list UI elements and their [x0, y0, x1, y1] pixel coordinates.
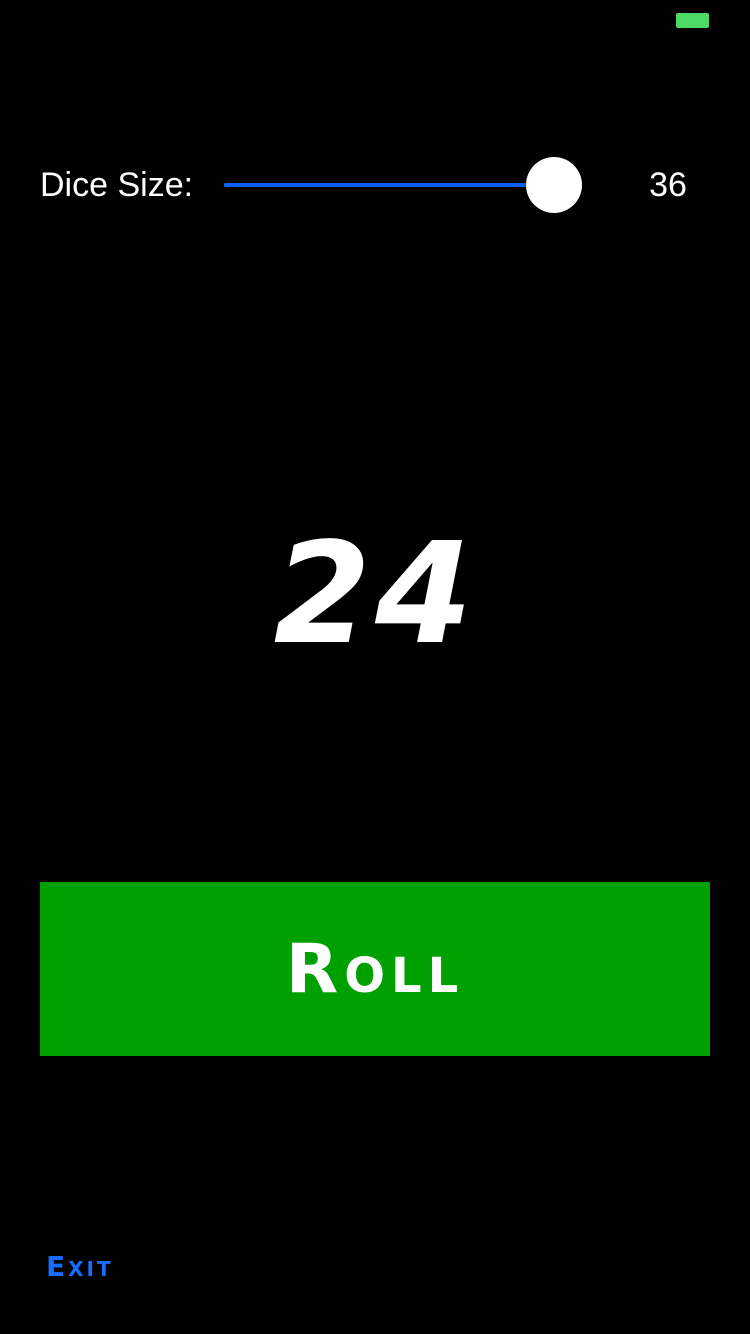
dice-size-slider[interactable]	[224, 157, 608, 213]
battery-icon	[676, 13, 709, 28]
dice-roller-screen: Dice Size: 36 24 Roll Exit	[0, 0, 750, 1334]
dice-size-label: Dice Size:	[40, 166, 194, 204]
dice-size-value: 36	[649, 166, 687, 204]
roll-button[interactable]: Roll	[40, 882, 710, 1056]
roll-result: 24	[273, 513, 477, 676]
slider-fill	[224, 183, 554, 187]
exit-link[interactable]: Exit	[46, 1250, 114, 1283]
slider-thumb[interactable]	[526, 157, 582, 213]
roll-button-label: Roll	[285, 929, 465, 1009]
